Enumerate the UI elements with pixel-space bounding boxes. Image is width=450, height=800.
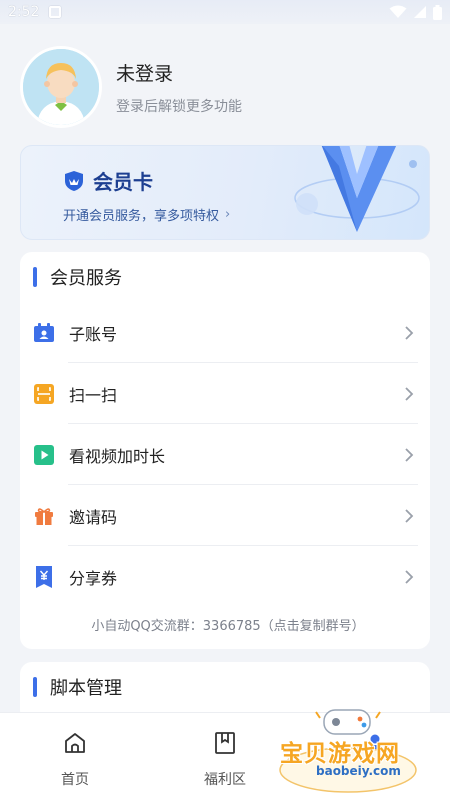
menu-item-watch-video[interactable]: 看视频加时长 <box>20 424 430 485</box>
heading-accent-bar <box>33 677 37 697</box>
login-hint: 登录后解锁更多功能 <box>116 98 242 115</box>
member-card[interactable]: 会员卡 开通会员服务，享多项特权 › <box>20 145 430 240</box>
notification-icon <box>49 6 62 18</box>
login-status-title[interactable]: 未登录 <box>116 59 242 86</box>
menu-item-share-coupon[interactable]: 分享券 <box>20 546 430 607</box>
status-icons <box>389 4 442 20</box>
bookmark-icon <box>215 732 235 754</box>
battery-icon <box>433 4 442 20</box>
vip-emblem-icon <box>294 146 420 232</box>
nav-label: 福利区 <box>204 772 246 788</box>
watermark-url: baobeiy.com <box>316 764 401 778</box>
member-card-subtitle: 开通会员服务，享多项特权 <box>63 209 220 224</box>
chevron-right-icon <box>405 386 414 401</box>
home-icon <box>65 733 85 753</box>
nav-item-home[interactable]: 首页 <box>0 713 150 800</box>
heading-accent-bar <box>33 267 37 287</box>
menu-item-label: 分享券 <box>69 568 118 588</box>
qq-group-copy-link[interactable]: 小自动QQ交流群：3366785（点击复制群号） <box>20 615 430 634</box>
avatar[interactable] <box>20 46 102 128</box>
chevron-right-icon <box>405 447 414 462</box>
profile-header[interactable]: 未登录 登录后解锁更多功能 <box>20 46 242 128</box>
signal-icon <box>414 6 426 18</box>
video-play-icon <box>33 444 55 466</box>
chevron-right-icon <box>405 325 414 340</box>
menu-item-label: 扫一扫 <box>69 385 118 405</box>
member-services-title: 会员服务 <box>50 268 122 289</box>
menu-item-label: 子账号 <box>69 324 118 344</box>
status-time: 2:52 <box>8 4 40 20</box>
watermark: 宝贝游戏网 baobeiy.com <box>276 700 426 796</box>
sub-account-icon <box>33 322 55 344</box>
nav-label: 首页 <box>61 772 89 788</box>
member-services-panel: 会员服务 子账号 扫一扫 看视频加时长 邀请码 分享券 小自动QQ交流群：336… <box>20 252 430 649</box>
menu-item-label: 看视频加时长 <box>69 446 166 466</box>
chevron-right-icon <box>405 569 414 584</box>
avatar-illustration <box>23 49 99 125</box>
vip-shield-icon <box>65 170 83 191</box>
gift-icon <box>33 505 55 527</box>
watermark-text: 宝贝游戏网 <box>280 741 400 767</box>
coupon-icon <box>33 565 55 588</box>
member-card-title: 会员卡 <box>93 170 153 194</box>
scan-icon <box>33 383 55 405</box>
menu-item-sub-account[interactable]: 子账号 <box>20 302 430 363</box>
wifi-icon <box>389 5 407 18</box>
chevron-right-icon <box>405 508 414 523</box>
status-bar: 2:52 <box>0 0 450 24</box>
menu-item-label: 邀请码 <box>69 507 118 527</box>
menu-item-invite-code[interactable]: 邀请码 <box>20 485 430 546</box>
menu-item-scan[interactable]: 扫一扫 <box>20 363 430 424</box>
script-management-title: 脚本管理 <box>50 678 122 699</box>
member-services-heading: 会员服务 <box>20 252 430 302</box>
chevron-right-icon: › <box>225 207 231 222</box>
